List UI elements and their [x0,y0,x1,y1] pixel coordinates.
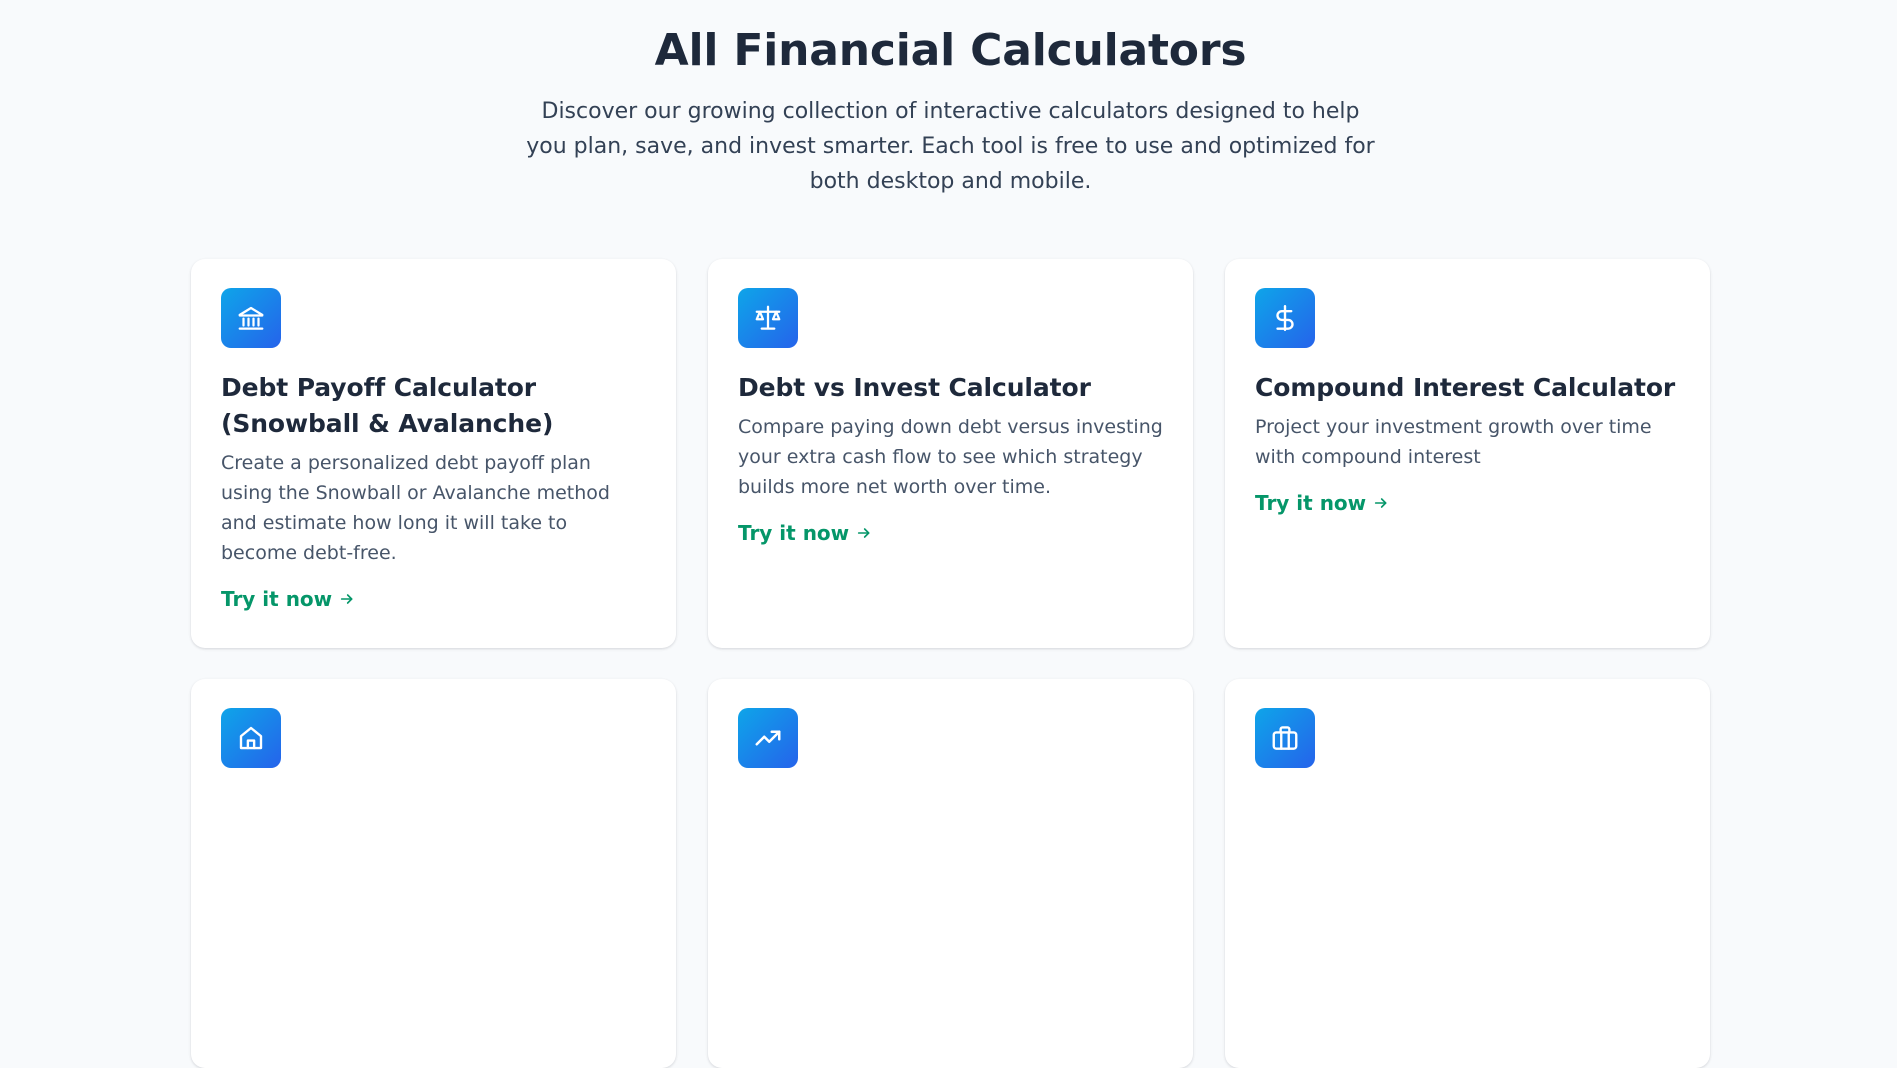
link-label: Try it now [1255,491,1367,515]
arrow-right-icon [1373,495,1389,511]
calculator-card[interactable] [708,679,1193,1068]
calculator-card[interactable] [1225,679,1710,1068]
calculator-card-compound-interest[interactable]: Compound Interest Calculator Project you… [1225,259,1710,648]
card-title: Debt vs Invest Calculator [738,373,1091,402]
link-label: Try it now [221,587,333,611]
calculator-card-debt-payoff[interactable]: Debt Payoff Calculator (Snowball & Avala… [191,259,676,648]
card-title: Compound Interest Calculator [1255,373,1676,402]
dollar-icon [1255,288,1315,348]
arrow-right-icon [339,591,355,607]
try-it-now-link[interactable]: Try it now [1255,489,1389,517]
card-description: Project your investment growth over time… [1255,416,1652,468]
card-title: Debt Payoff Calculator (Snowball & Avala… [221,373,554,438]
bank-icon [221,288,281,348]
arrow-right-icon [856,525,872,541]
link-label: Try it now [738,521,850,545]
calculators-page: All Financial Calculators Discover our g… [0,0,1897,1068]
page-subtitle: Discover our growing collection of inter… [526,99,1375,194]
try-it-now-link[interactable]: Try it now [738,519,872,547]
scale-icon [738,288,798,348]
card-description: Compare paying down debt versus investin… [738,416,1163,498]
calculator-card-debt-vs-invest[interactable]: Debt vs Invest Calculator Compare paying… [708,259,1193,648]
try-it-now-link[interactable]: Try it now [221,585,355,613]
trending-up-icon [738,708,798,768]
page-title: All Financial Calculators [654,25,1247,76]
calculator-card[interactable] [191,679,676,1068]
briefcase-icon [1255,708,1315,768]
card-description: Create a personalized debt payoff plan u… [221,452,610,564]
calculator-grid: Debt Payoff Calculator (Snowball & Avala… [191,259,1710,1068]
home-icon [221,708,281,768]
